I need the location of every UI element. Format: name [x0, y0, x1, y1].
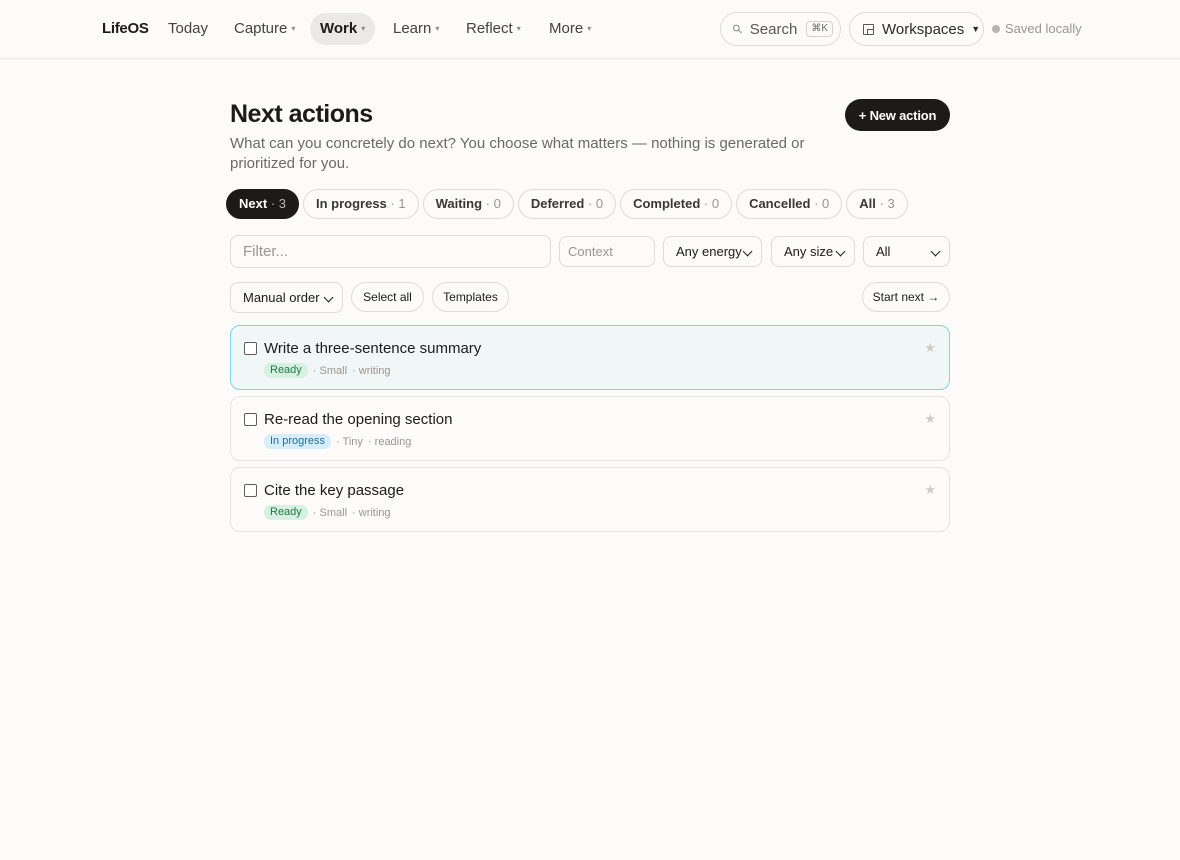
- nav-today-label: Today: [168, 20, 209, 37]
- chevron-down-icon: ▾: [516, 24, 521, 33]
- workspaces-label: Workspaces: [882, 20, 965, 38]
- nav-more-label: More: [549, 20, 584, 37]
- nav-work[interactable]: Work ▾: [310, 13, 376, 45]
- tab-label: Next: [239, 196, 268, 211]
- nav-reflect-label: Reflect: [466, 20, 513, 37]
- chevron-down-icon: ▾: [435, 24, 440, 33]
- action-card[interactable]: Re-read the opening section In progress …: [230, 396, 950, 461]
- workspaces-button[interactable]: Workspaces ▼: [849, 12, 984, 46]
- action-title: Re-read the opening section: [264, 411, 453, 428]
- tab-cancelled[interactable]: Cancelled · 0: [736, 189, 843, 219]
- tab-deferred[interactable]: Deferred · 0: [517, 189, 617, 219]
- tab-count: · 3: [270, 196, 286, 211]
- nav-more[interactable]: More ▾: [539, 13, 601, 45]
- action-title: Cite the key passage: [264, 482, 405, 499]
- star-icon[interactable]: ★: [924, 411, 936, 427]
- action-meta: Ready · Small · writing: [264, 363, 391, 378]
- tab-in-progress[interactable]: In progress · 1: [302, 189, 419, 219]
- page-title: Next actions: [230, 100, 373, 128]
- action-checkbox[interactable]: [244, 484, 257, 497]
- status-dot-icon: [992, 24, 1000, 33]
- scope-select-value: All: [876, 244, 891, 259]
- templates-button[interactable]: Templates: [432, 282, 509, 312]
- tab-count: · 0: [703, 196, 720, 211]
- star-icon[interactable]: ★: [924, 482, 936, 498]
- action-context: · reading: [367, 435, 412, 448]
- nav-capture-label: Capture: [234, 20, 288, 37]
- star-icon[interactable]: ★: [924, 340, 936, 356]
- action-card[interactable]: Write a three-sentence summary Ready · S…: [230, 325, 950, 390]
- chevron-down-icon: [742, 246, 753, 257]
- energy-select-value: Any energy: [676, 244, 742, 259]
- order-select-value: Manual order: [243, 290, 320, 305]
- chevron-down-icon: ▾: [587, 24, 592, 33]
- status-badge: In progress: [264, 434, 332, 449]
- tab-count: · 0: [485, 196, 501, 211]
- search-label: Search: [749, 20, 798, 38]
- action-meta: In progress · Tiny · reading: [264, 434, 411, 449]
- order-select[interactable]: Manual order: [230, 282, 343, 313]
- tab-label: Deferred: [530, 196, 585, 211]
- action-size: · Tiny: [336, 435, 363, 448]
- energy-select[interactable]: Any energy: [663, 236, 762, 267]
- action-checkbox[interactable]: [244, 342, 257, 355]
- brand-logo[interactable]: LifeOS: [102, 20, 149, 37]
- action-meta: Ready · Small · writing: [264, 505, 391, 520]
- action-checkbox[interactable]: [244, 413, 257, 426]
- size-select[interactable]: Any size: [771, 236, 855, 267]
- tab-count: · 0: [814, 196, 830, 211]
- nav-reflect[interactable]: Reflect ▾: [456, 13, 531, 45]
- tab-label: In progress: [315, 196, 387, 211]
- tab-label: Cancelled: [749, 196, 811, 211]
- nav-learn[interactable]: Learn ▾: [383, 13, 449, 45]
- tab-all[interactable]: All · 3: [846, 189, 908, 219]
- caret-down-icon: ▼: [971, 24, 981, 34]
- status-badge: Ready: [264, 363, 308, 378]
- status-badge: Ready: [264, 505, 308, 520]
- nav-learn-label: Learn: [393, 20, 432, 37]
- tab-count: · 3: [879, 196, 895, 211]
- action-title: Write a three-sentence summary: [264, 340, 482, 357]
- nav-capture[interactable]: Capture ▾: [224, 13, 305, 45]
- layout-icon: [863, 23, 874, 35]
- chevron-down-icon: ▾: [291, 24, 296, 33]
- tab-label: Waiting: [435, 196, 483, 211]
- tab-next[interactable]: Next · 3: [226, 189, 299, 219]
- filter-placeholder: Filter...: [243, 243, 289, 260]
- context-placeholder: Context: [568, 244, 613, 259]
- select-all-button[interactable]: Select all: [351, 282, 424, 312]
- search-icon: ⚲: [729, 20, 746, 38]
- tab-waiting[interactable]: Waiting · 0: [422, 189, 514, 219]
- action-context: · writing: [352, 506, 391, 519]
- nav-work-label: Work: [320, 20, 358, 37]
- page-subtitle: What can you concretely do next? You cho…: [230, 135, 805, 172]
- chevron-down-icon: [930, 246, 941, 257]
- chevron-down-icon: [835, 246, 846, 257]
- tab-label: All: [859, 196, 876, 211]
- save-status: Saved locally: [992, 21, 1082, 36]
- chevron-down-icon: [323, 292, 334, 303]
- action-context: · writing: [352, 364, 391, 377]
- save-status-label: Saved locally: [1005, 21, 1082, 36]
- status-tabs: Next · 3 In progress · 1 Waiting · 0 Def…: [226, 189, 908, 219]
- size-select-value: Any size: [784, 244, 834, 259]
- action-size: · Small: [312, 364, 348, 377]
- tab-count: · 0: [587, 196, 604, 211]
- chevron-down-icon: ▾: [361, 24, 366, 33]
- action-size: · Small: [312, 506, 348, 519]
- search-button[interactable]: ⚲ Search ⌘K: [720, 12, 841, 46]
- filter-input[interactable]: Filter...: [230, 235, 551, 268]
- top-nav-bar: LifeOS Today Capture ▾ Work ▾ Learn ▾ Refle…: [0, 0, 1180, 59]
- new-action-button[interactable]: + New action: [845, 99, 950, 131]
- start-next-button[interactable]: Start next →: [862, 282, 950, 312]
- search-shortcut: ⌘K: [806, 21, 833, 37]
- context-input[interactable]: Context: [559, 236, 655, 267]
- action-card[interactable]: Cite the key passage Ready · Small · wri…: [230, 467, 950, 532]
- tab-count: · 1: [390, 196, 406, 211]
- tab-completed[interactable]: Completed · 0: [620, 189, 733, 219]
- scope-select[interactable]: All: [863, 236, 950, 267]
- tab-label: Completed: [633, 196, 701, 211]
- nav-today[interactable]: Today: [158, 13, 218, 45]
